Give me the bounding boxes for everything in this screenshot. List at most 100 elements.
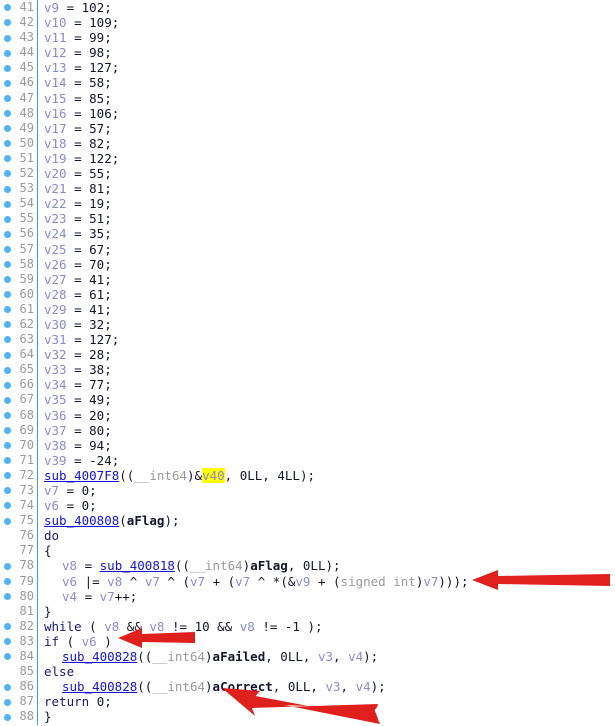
code-text[interactable]: v15 = 85; xyxy=(38,91,615,106)
line-gutter[interactable]: 53 xyxy=(0,181,38,197)
code-line[interactable]: 50 v18 = 82; xyxy=(0,135,615,151)
code-text[interactable]: v22 = 19; xyxy=(38,196,615,211)
code-line[interactable]: 71 v39 = -24; xyxy=(0,452,615,468)
breakpoint-dot-icon[interactable] xyxy=(4,215,11,223)
token-fn[interactable]: sub_400808 xyxy=(44,513,119,528)
code-line[interactable]: 81} xyxy=(0,603,615,619)
code-text[interactable]: do xyxy=(38,528,615,543)
code-line[interactable]: 54 v22 = 19; xyxy=(0,196,615,212)
code-text[interactable]: else xyxy=(38,664,615,679)
line-gutter[interactable]: 44 xyxy=(0,45,38,61)
breakpoint-dot-icon[interactable] xyxy=(4,517,11,525)
code-text[interactable]: } xyxy=(38,604,615,619)
line-gutter[interactable]: 41 xyxy=(0,0,38,16)
code-text[interactable]: v17 = 57; xyxy=(38,121,615,136)
breakpoint-dot-icon[interactable] xyxy=(4,366,11,374)
line-gutter[interactable]: 46 xyxy=(0,75,38,91)
code-line[interactable]: 48 v16 = 106; xyxy=(0,105,615,121)
code-text[interactable]: v37 = 80; xyxy=(38,423,615,438)
code-text[interactable]: sub_4007F8((__int64)&v40, 0LL, 4LL); xyxy=(38,467,615,483)
code-text[interactable]: v31 = 127; xyxy=(38,332,615,347)
code-text[interactable]: v35 = 49; xyxy=(38,392,615,407)
breakpoint-dot-icon[interactable] xyxy=(4,411,11,419)
code-text[interactable]: v16 = 106; xyxy=(38,106,615,121)
line-gutter[interactable]: 71 xyxy=(0,452,38,468)
code-line[interactable]: 65 v33 = 38; xyxy=(0,362,615,378)
code-line[interactable]: 44 v12 = 98; xyxy=(0,45,615,61)
line-gutter[interactable]: 60 xyxy=(0,286,38,302)
breakpoint-dot-icon[interactable] xyxy=(4,698,11,706)
token-fn[interactable]: sub_4007F8 xyxy=(44,468,119,483)
code-text[interactable]: { xyxy=(38,543,615,558)
code-text[interactable]: v4 = v7++; xyxy=(38,589,615,604)
breakpoint-dot-icon[interactable] xyxy=(4,577,11,585)
code-text[interactable]: v23 = 51; xyxy=(38,211,615,226)
code-line[interactable]: 63 v31 = 127; xyxy=(0,332,615,348)
code-text[interactable]: v36 = 20; xyxy=(38,408,615,423)
code-text[interactable]: sub_400808(aFlag); xyxy=(38,513,615,528)
breakpoint-dot-icon[interactable] xyxy=(4,623,11,631)
breakpoint-dot-icon[interactable] xyxy=(4,638,11,646)
code-text[interactable]: sub_400828((__int64)aFailed, 0LL, v3, v4… xyxy=(38,649,615,664)
breakpoint-dot-icon[interactable] xyxy=(4,351,11,359)
code-line[interactable]: 58 v26 = 70; xyxy=(0,256,615,272)
line-gutter[interactable]: 77 xyxy=(0,543,38,559)
code-line[interactable]: 47 v15 = 85; xyxy=(0,90,615,106)
code-text[interactable]: v29 = 41; xyxy=(38,302,615,317)
breakpoint-dot-icon[interactable] xyxy=(4,230,11,238)
breakpoint-dot-icon[interactable] xyxy=(4,291,11,299)
code-text[interactable]: v39 = -24; xyxy=(38,453,615,468)
code-line[interactable]: 56 v24 = 35; xyxy=(0,226,615,242)
breakpoint-dot-icon[interactable] xyxy=(4,442,11,450)
breakpoint-dot-icon[interactable] xyxy=(4,155,11,163)
code-text[interactable]: v21 = 81; xyxy=(38,181,615,196)
breakpoint-dot-icon[interactable] xyxy=(4,653,11,661)
breakpoint-dot-icon[interactable] xyxy=(4,64,11,72)
code-text[interactable]: v6 |= v8 ^ v7 ^ (v7 + (v7 ^ *(&v9 + (sig… xyxy=(38,574,615,589)
token-hl[interactable]: v40 xyxy=(202,467,225,483)
token-fn[interactable]: sub_400828 xyxy=(62,679,137,694)
line-gutter[interactable]: 85 xyxy=(0,664,38,680)
code-line[interactable]: 70 v38 = 94; xyxy=(0,437,615,453)
line-gutter[interactable]: 43 xyxy=(0,30,38,46)
breakpoint-dot-icon[interactable] xyxy=(4,79,11,87)
breakpoint-dot-icon[interactable] xyxy=(4,472,11,480)
code-text[interactable]: v34 = 77; xyxy=(38,377,615,392)
breakpoint-dot-icon[interactable] xyxy=(4,260,11,268)
line-gutter[interactable]: 61 xyxy=(0,301,38,317)
code-text[interactable]: v32 = 28; xyxy=(38,347,615,362)
code-text[interactable]: v10 = 109; xyxy=(38,15,615,30)
code-line[interactable]: 78 v8 = sub_400818((__int64)aFlag, 0LL); xyxy=(0,558,615,574)
line-gutter[interactable]: 62 xyxy=(0,316,38,333)
breakpoint-dot-icon[interactable] xyxy=(4,19,11,27)
code-line[interactable]: 82 while ( v8 && v8 != 10 && v8 != -1 ); xyxy=(0,618,615,634)
breakpoint-dot-icon[interactable] xyxy=(4,502,11,510)
code-line[interactable]: 57 v25 = 67; xyxy=(0,241,615,257)
code-line[interactable]: 85 else xyxy=(0,664,615,680)
line-gutter[interactable]: 57 xyxy=(0,241,38,257)
breakpoint-dot-icon[interactable] xyxy=(4,562,11,570)
code-text[interactable]: return 0; xyxy=(38,694,615,709)
code-line[interactable]: 76 do xyxy=(0,528,615,544)
line-gutter[interactable]: 83 xyxy=(0,633,38,650)
code-line[interactable]: 77 { xyxy=(0,543,615,559)
line-gutter[interactable]: 70 xyxy=(0,437,38,453)
line-gutter[interactable]: 55 xyxy=(0,211,38,227)
code-text[interactable]: v18 = 82; xyxy=(38,136,615,151)
code-text[interactable]: v33 = 38; xyxy=(38,362,615,377)
breakpoint-dot-icon[interactable] xyxy=(4,593,11,601)
code-line[interactable]: 67 v35 = 49; xyxy=(0,392,615,408)
code-line[interactable]: 52 v20 = 55; xyxy=(0,166,615,182)
line-gutter[interactable]: 76 xyxy=(0,528,38,544)
line-gutter[interactable]: 79 xyxy=(0,573,38,589)
code-line[interactable]: 45 v13 = 127; xyxy=(0,60,615,76)
breakpoint-dot-icon[interactable] xyxy=(4,336,11,344)
breakpoint-dot-icon[interactable] xyxy=(4,140,11,148)
pseudocode-editor[interactable]: 41 v9 = 102; 42 v10 = 109; 43 v11 = 99; 44 v12 … xyxy=(0,0,615,725)
breakpoint-dot-icon[interactable] xyxy=(4,487,11,495)
code-line[interactable]: 80 v4 = v7++; xyxy=(0,588,615,604)
code-text[interactable]: v9 = 102; xyxy=(38,0,615,15)
code-text[interactable]: v20 = 55; xyxy=(38,166,615,181)
code-text[interactable]: v14 = 58; xyxy=(38,75,615,90)
breakpoint-dot-icon[interactable] xyxy=(4,306,11,314)
